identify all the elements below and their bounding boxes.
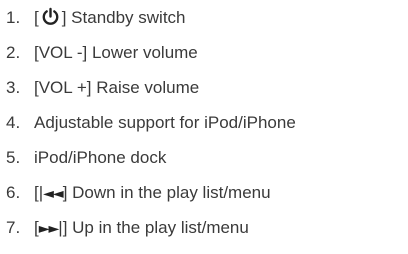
item-label: [VOL -] Lower volume: [34, 43, 198, 62]
item-number: 4.: [6, 113, 21, 132]
item-prefix: [: [34, 8, 39, 27]
item-suffix: |] Up in the play list/menu: [58, 218, 249, 237]
item-label: [►►|] Up in the play list/menu: [34, 214, 249, 243]
item-number: 7.: [6, 218, 21, 237]
item-number: 6.: [6, 183, 21, 202]
item-label: Adjustable support for iPod/iPhone: [34, 113, 296, 132]
item-label: iPod/iPhone dock: [34, 148, 167, 167]
item-number: 2.: [6, 43, 21, 62]
item-label: [ ] Standby switch: [34, 4, 186, 32]
item-prefix: [|: [34, 183, 44, 202]
item-label: [|◄◄] Down in the play list/menu: [34, 179, 271, 208]
item-suffix: ] Down in the play list/menu: [62, 183, 271, 202]
power-icon: [42, 7, 59, 25]
item-suffix: ] Standby switch: [61, 8, 186, 27]
skip-forward-icon: ►►: [38, 221, 60, 237]
skip-back-icon: ◄◄: [43, 186, 64, 202]
item-number: 1.: [6, 8, 21, 27]
item-number: 3.: [6, 78, 21, 97]
feature-list: 1. [ ] Standby switch 2. [VOL -] Lower v…: [0, 0, 408, 254]
item-number: 5.: [6, 148, 21, 167]
item-label: [VOL +] Raise volume: [34, 78, 200, 97]
